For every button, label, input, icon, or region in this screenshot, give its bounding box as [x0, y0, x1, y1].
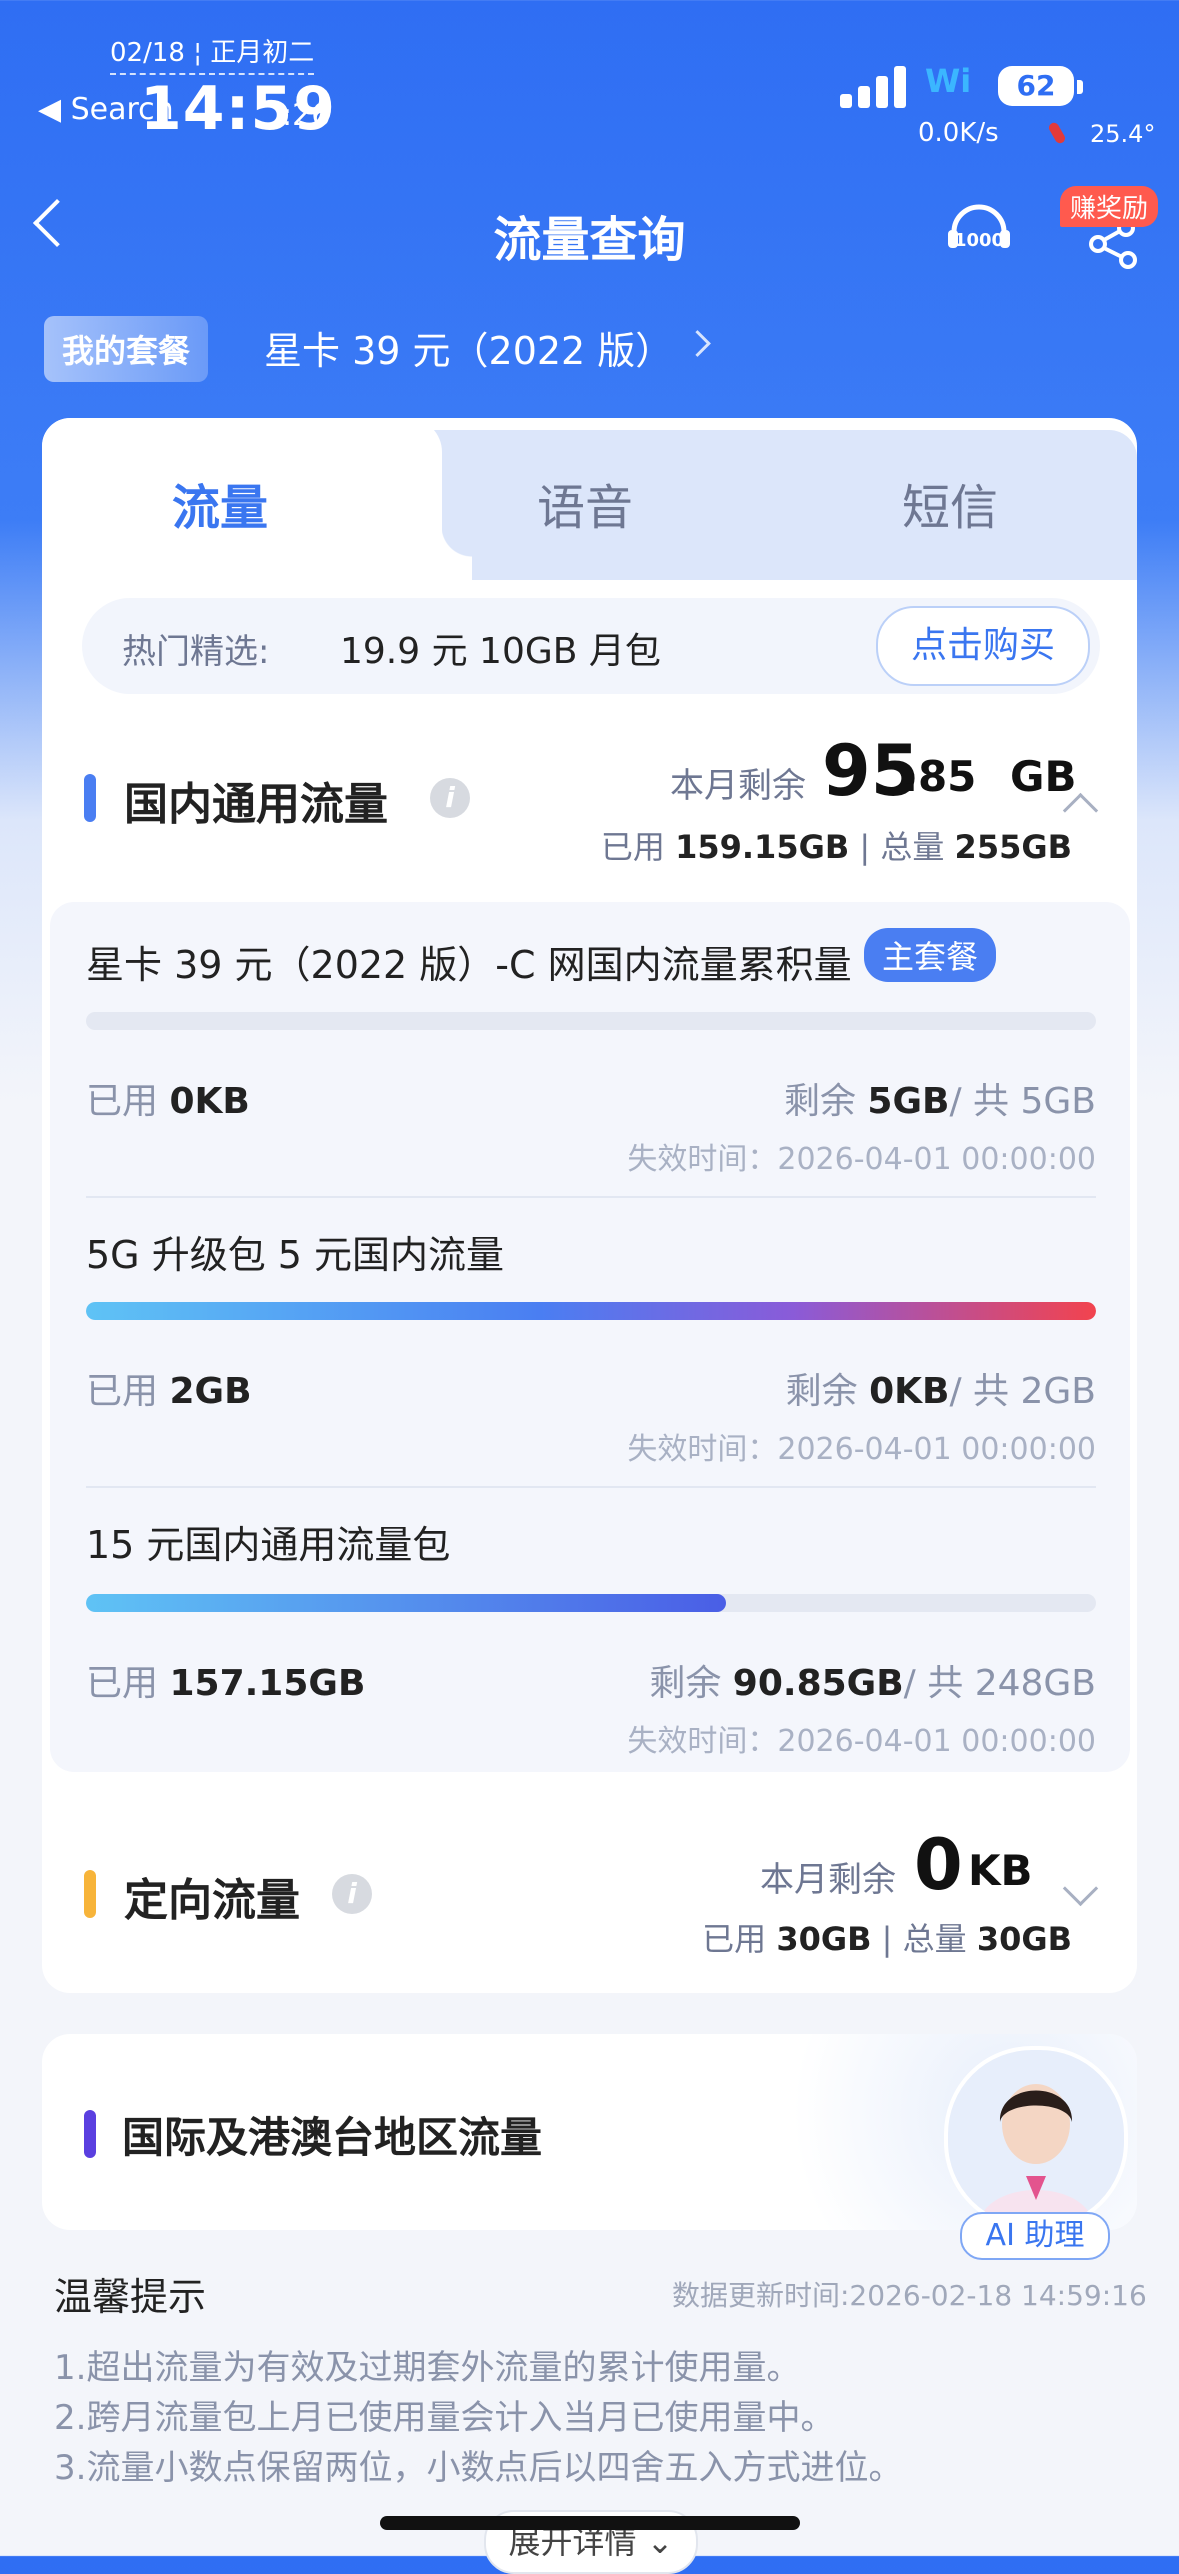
- status-date: 02/18 ¦ 正月初二: [110, 32, 315, 75]
- package-name: 5G 升级包 5 元国内流量: [86, 1233, 505, 1277]
- directed-remain-label: 本月剩余: [760, 1860, 896, 1900]
- usage-card: 流量 语音 短信 热门精选: 19.9 元 10GB 月包 点击购买 国内通用流…: [42, 418, 1137, 1993]
- domestic-title: 国内通用流量: [124, 779, 388, 830]
- package-expire: 失效时间：2026-04-01 00:00:00: [627, 1432, 1096, 1467]
- package-progress-fill: [86, 1302, 1096, 1320]
- promo-label: 热门精选:: [122, 632, 270, 672]
- chevron-right-icon[interactable]: [684, 330, 711, 357]
- thermometer-icon: [1047, 120, 1067, 146]
- package-progress-track: [86, 1012, 1096, 1030]
- directed-accent-bar: [84, 1870, 96, 1918]
- temperature: 25.4°: [1090, 120, 1156, 148]
- battery-tip: [1077, 80, 1083, 94]
- wifi-icon: Wi: [925, 62, 972, 100]
- directed-used-total: 已用 30GB | 总量 30GB: [702, 1920, 1072, 1958]
- directed-remain-unit: KB: [968, 1846, 1033, 1895]
- divider: [86, 1196, 1096, 1198]
- package-expire: 失效时间：2026-04-01 00:00:00: [627, 1724, 1096, 1759]
- cellular-signal-icon: [840, 64, 910, 108]
- package-progress-track: [86, 1594, 1096, 1612]
- package-remain: 剩余 5GB/ 共 5GB: [783, 1081, 1096, 1122]
- package-remain: 剩余 90.85GB/ 共 248GB: [649, 1663, 1096, 1704]
- package-remain: 剩余 0KB/ 共 2GB: [785, 1371, 1096, 1412]
- package-name: 15 元国内通用流量包: [86, 1523, 451, 1567]
- domestic-remain-label: 本月剩余: [670, 766, 806, 806]
- customer-service-10000-icon[interactable]: 1000: [946, 202, 1012, 260]
- status-seconds: :26: [282, 98, 331, 133]
- expand-chevron-icon[interactable]: [1062, 1870, 1099, 1907]
- domestic-accent-bar: [84, 774, 96, 822]
- package-name: 星卡 39 元（2022 版）-C 网国内流量累积量: [86, 943, 852, 987]
- tab-data[interactable]: 流量: [172, 468, 268, 538]
- international-accent-bar: [84, 2110, 96, 2158]
- divider: [86, 1486, 1096, 1488]
- promo-text: 19.9 元 10GB 月包: [340, 631, 661, 672]
- package-used: 已用 157.15GB: [86, 1663, 366, 1704]
- promo-banner[interactable]: 热门精选: 19.9 元 10GB 月包 点击购买: [82, 598, 1100, 694]
- tip-item: 2.跨月流量包上月已使用量会计入当月已使用量中。: [54, 2398, 835, 2438]
- network-speed: 0.0K/s: [918, 118, 999, 148]
- international-title: 国际及港澳台地区流量: [122, 2113, 543, 2162]
- my-plan-badge: 我的套餐: [44, 316, 209, 382]
- tab-sms[interactable]: 短信: [902, 468, 998, 538]
- ai-assistant-avatar[interactable]: [944, 2046, 1128, 2230]
- tab-voice[interactable]: 语音: [537, 468, 633, 538]
- main-plan-tag: 主套餐: [864, 928, 997, 982]
- domestic-packages: 星卡 39 元（2022 版）-C 网国内流量累积量 主套餐 已用 0KB 剩余…: [50, 902, 1130, 1772]
- directed-title: 定向流量: [124, 1875, 300, 1926]
- package-used: 已用 2GB: [86, 1371, 252, 1412]
- reward-badge[interactable]: 赚奖励: [1060, 186, 1159, 227]
- domestic-remain-frac: .85: [902, 752, 977, 801]
- directed-remain-int: 0: [914, 1824, 963, 1906]
- tip-item: 1.超出流量为有效及过期套外流量的累计使用量。: [54, 2348, 801, 2388]
- tip-item: 3.流量小数点保留两位，小数点后以四舍五入方式进位。: [54, 2448, 903, 2488]
- domestic-remain-unit: GB: [1010, 752, 1077, 801]
- buy-button[interactable]: 点击购买: [876, 606, 1090, 686]
- package-progress-track: [86, 1302, 1096, 1320]
- domestic-used-total: 已用 159.15GB | 总量 255GB: [600, 828, 1072, 866]
- home-indicator[interactable]: [380, 2516, 800, 2530]
- package-used: 已用 0KB: [86, 1081, 250, 1122]
- data-update-time: 数据更新时间:2026-02-18 14:59:16: [672, 2279, 1147, 2312]
- tips-title: 温馨提示: [54, 2275, 207, 2319]
- info-icon[interactable]: i: [430, 778, 470, 818]
- plan-name-link[interactable]: 星卡 39 元（2022 版）: [264, 320, 673, 375]
- info-icon[interactable]: i: [332, 1874, 372, 1914]
- ai-assistant-button[interactable]: AI 助理: [960, 2212, 1110, 2260]
- svg-text:1000: 1000: [954, 230, 1004, 251]
- battery-icon: 62: [998, 66, 1074, 106]
- package-progress-fill: [86, 1594, 727, 1612]
- package-expire: 失效时间：2026-04-01 00:00:00: [627, 1142, 1096, 1177]
